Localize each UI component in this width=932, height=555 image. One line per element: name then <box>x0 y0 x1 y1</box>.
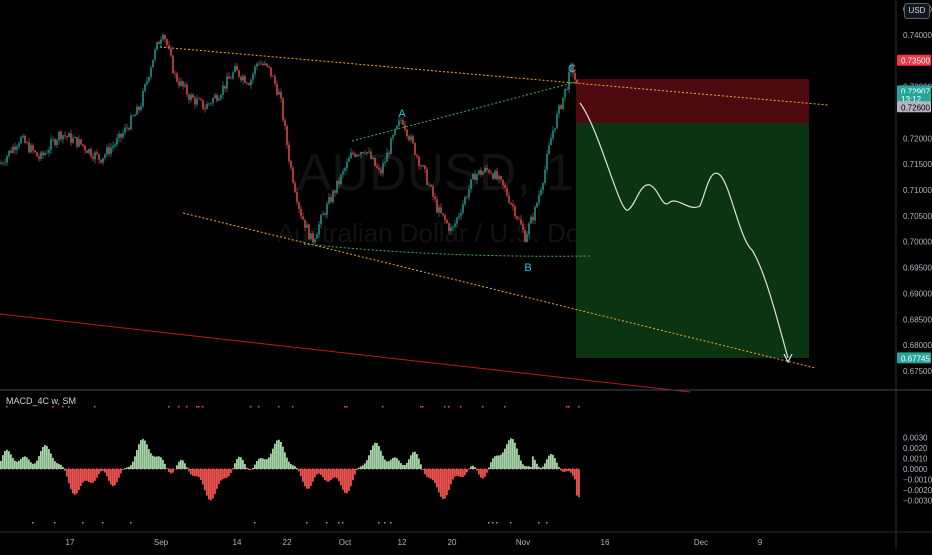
wave-label-c: C <box>568 63 576 75</box>
time-tick-label: 9 <box>758 538 763 547</box>
price-tick-label: 0.70000 <box>903 238 932 247</box>
time-tick-label: Nov <box>516 538 530 547</box>
indicator-title[interactable]: MACD_4C w, SM <box>6 396 76 406</box>
price-marker: 0.72600 <box>897 101 931 112</box>
wave-label-a: A <box>398 108 406 120</box>
take-profit-zone[interactable] <box>576 123 809 358</box>
indicator-tick-label: 0.0000 <box>903 465 928 474</box>
price-tick-label: 0.68500 <box>903 315 932 324</box>
price-tick-label: 0.74000 <box>903 31 932 40</box>
indicator-tick-label: 0.0030 <box>903 434 928 443</box>
price-tick-label: 0.68000 <box>903 341 932 350</box>
price-tick-label: 0.67500 <box>903 367 932 376</box>
price-marker-label: 0.72600 <box>901 103 930 112</box>
time-tick-label: Sep <box>154 538 169 547</box>
price-tick-label: 0.70500 <box>903 212 932 221</box>
indicator-tick-label: −0.0020 <box>903 486 932 495</box>
time-tick-label: 16 <box>601 538 610 547</box>
price-tick-label: 0.71000 <box>903 186 932 195</box>
chart-window: AUDUSD, 1h Australian Dollar / U.S. Doll… <box>0 0 932 550</box>
price-marker: 0.73500 <box>897 55 931 66</box>
indicator-tick-label: −0.0010 <box>903 476 932 485</box>
symbol-description-watermark: Australian Dollar / U.S. Dollar <box>277 218 615 248</box>
price-marker: 0.67745 <box>897 352 931 363</box>
time-tick-label: 17 <box>66 538 75 547</box>
time-tick-label: 20 <box>448 538 457 547</box>
time-tick-label: 22 <box>283 538 292 547</box>
stop-loss-zone[interactable] <box>576 79 809 123</box>
indicator-tick-label: 0.0020 <box>903 444 928 453</box>
price-marker-label: 0.67745 <box>901 354 930 363</box>
time-tick-label: 14 <box>233 538 242 547</box>
indicator-tick-label: −0.0030 <box>903 497 932 506</box>
price-marker-label: 0.73500 <box>901 57 930 66</box>
indicator-tick-label: 0.0010 <box>903 455 928 464</box>
price-tick-label: 0.69500 <box>903 264 932 273</box>
price-tick-label: 0.72000 <box>903 134 932 143</box>
price-tick-label: 0.71500 <box>903 160 932 169</box>
wave-label-b: B <box>524 262 531 274</box>
time-tick-label: 12 <box>398 538 407 547</box>
currency-button[interactable]: USD <box>904 3 930 19</box>
time-tick-label: Dec <box>694 538 708 547</box>
time-tick-label: Oct <box>339 538 352 547</box>
price-tick-label: 0.69000 <box>903 289 932 298</box>
